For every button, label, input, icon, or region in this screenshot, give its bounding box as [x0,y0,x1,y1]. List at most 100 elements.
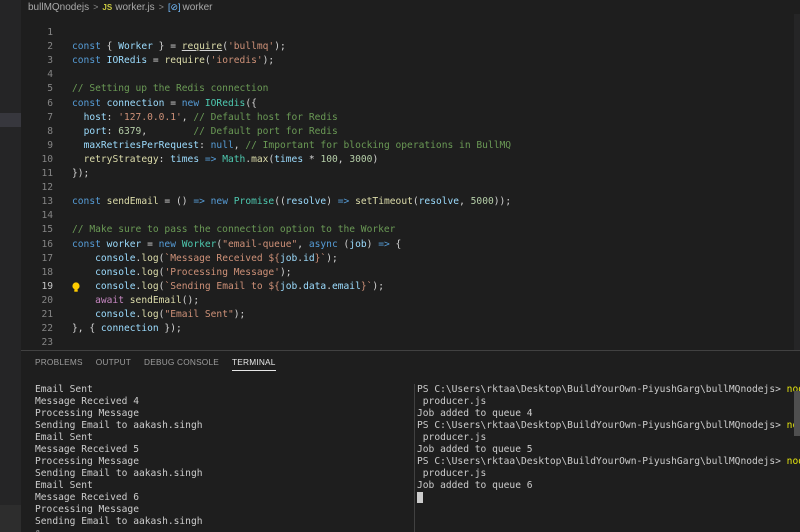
code-text: const worker = new Worker ("email-queue",… [72,238,401,252]
bottom-panel: PROBLEMS OUTPUT DEBUG CONSOLE TERMINAL Emai… [21,350,800,532]
code-token: '127.0.0.1' [118,111,182,123]
code-token: setTimeout [355,196,413,208]
code-text: const sendEmail = () => new Promise((res… [72,195,511,209]
code-token: , [337,153,350,165]
code-line[interactable]: 5 // Setting up the Redis connection [21,82,781,96]
code-line[interactable]: 23 [21,336,781,350]
code-token: ) [372,153,379,165]
code-line[interactable]: 7 host: '127.0.0.1', // Default host for… [21,111,781,125]
code-token: worker [106,238,142,250]
code-token: // Default host for Redis [193,111,338,123]
line-number: 6 [47,97,53,109]
code-line[interactable]: 19 console.log(`Sending Email to ${job.d… [21,280,781,294]
tab-debug-console[interactable]: DEBUG CONSOLE [144,357,219,371]
code-token: log [141,309,159,320]
javascript-file-icon: JS [102,2,113,12]
code-line[interactable]: 6 const connection = new IORedis({ [21,97,781,111]
line-number: 8 [47,125,53,137]
code-token: ); [372,280,384,292]
terminal-output-line: Email Sent [35,384,93,395]
code-token: = [141,238,159,250]
terminal-output-line: Sending Email to aakash.singh [35,516,203,527]
code-token: retryStrategy [83,153,159,165]
code-token: require [181,41,223,53]
code-text: await sendEmail(); [72,294,199,308]
sidebar-bottom-item[interactable] [0,505,21,532]
code-line[interactable]: 2 const { Worker } = require('bullmq'); [21,40,781,54]
code-token: 'bullmq' [227,41,275,53]
terminal-output-line: Processing Message [35,408,139,419]
code-editor[interactable]: 1 2 const { Worker } = require('bullmq'); 3… [21,14,800,350]
panel-tabs: PROBLEMS OUTPUT DEBUG CONSOLE TERMINAL [35,357,289,371]
code-line[interactable]: 8 port: 6379, // Default port for Redis [21,125,781,139]
line-number: 22 [41,323,53,335]
code-line[interactable]: 16 const worker = new Worker ("email-queue… [21,238,781,252]
terminal-prompt-line: PS C:\Users\rktaa\Desktop\BuildYourOwn-P… [417,456,800,468]
code-line[interactable]: 13 const sendEmail = () => new Promise((r… [21,195,781,209]
code-token: resolve [418,196,460,208]
code-token: }); [158,323,182,335]
code-token: => [204,153,217,165]
code-token: ); [233,309,246,320]
code-line[interactable]: 21 console.log("Email Sent"); [21,308,781,322]
code-line[interactable]: 22}, { connection }); [21,322,781,336]
code-token: 'ioredis' [210,55,263,67]
code-line[interactable]: 1 [21,26,781,40]
terminal-output-line: Job added to queue 6 [417,480,533,491]
code-token: max [251,153,269,165]
sidebar-active-item[interactable] [0,113,21,127]
code-token: (); [181,294,200,306]
tab-output[interactable]: OUTPUT [96,357,131,371]
code-line[interactable]: 20 await sendEmail(); [21,294,781,308]
code-token: const [72,97,101,109]
terminal-output-line: Email Sent [35,480,93,491]
code-line[interactable]: 14 [21,209,781,223]
code-line[interactable]: 11}); [21,167,781,181]
code-token: => [337,196,350,208]
terminal-right[interactable]: PS C:\Users\rktaa\Desktop\BuildYourOwn-P… [414,384,800,532]
line-number: 14 [41,210,53,222]
editor-scrollbar[interactable] [794,14,800,350]
code-line[interactable]: 18 console.log('Processing Message'); [21,266,781,280]
tab-terminal[interactable]: TERMINAL [232,357,276,371]
code-token: `Message Received ${ [164,252,280,264]
code-token: , [459,196,471,208]
code-token: job [279,252,298,264]
breadcrumb-symbol[interactable]: worker [182,2,212,13]
code-line[interactable]: 10 retryStrategy: times => Math.max(time… [21,153,781,167]
code-token: ({ [245,97,257,109]
terminal-left[interactable]: Email Sent Message Received 4 Processing M… [35,384,405,532]
code-token: console [95,252,136,264]
code-token: = [147,55,165,67]
breadcrumb-file[interactable]: worker.js [115,2,154,13]
terminal-prompt: PS C:\Users\rktaa\Desktop\BuildYourOwn-P… [417,384,787,395]
code-line[interactable]: 17 console.log(`Message Received ${job.i… [21,252,781,266]
tab-problems[interactable]: PROBLEMS [35,357,83,371]
code-line[interactable]: 3 const IORedis = require('ioredis'); [21,54,781,68]
terminal-prompt: PS C:\Users\rktaa\Desktop\BuildYourOwn-P… [417,420,787,431]
terminal-output-line: ▯ [35,528,405,532]
code-line[interactable]: 4 [21,68,781,82]
code-token: const [72,41,101,53]
code-text: console.log('Processing Message'); [72,266,291,280]
code-token: job [279,280,298,292]
line-number: 13 [41,196,53,208]
terminal-scrollbar[interactable] [794,391,800,436]
breadcrumb: bullMQnodejs > JS worker.js > [⊘] worker [28,0,213,14]
terminal-output-line: Sending Email to aakash.singh [35,420,203,431]
code-token: )); [493,196,512,208]
code-token: times [170,153,200,165]
code-token: maxRetriesPerRequest [83,139,200,151]
terminal-cursor[interactable] [417,492,423,503]
breadcrumb-folder[interactable]: bullMQnodejs [28,2,89,13]
code-token: }); [72,168,90,179]
terminal-output-line: Message Received 5 [35,444,139,455]
code-line[interactable]: 15 // Make sure to pass the connection op… [21,223,781,237]
code-line[interactable]: 9 maxRetriesPerRequest: null, // Importa… [21,139,781,153]
code-line[interactable]: 12 [21,181,781,195]
code-token: : [106,125,119,137]
code-token: 6379 [118,125,142,137]
